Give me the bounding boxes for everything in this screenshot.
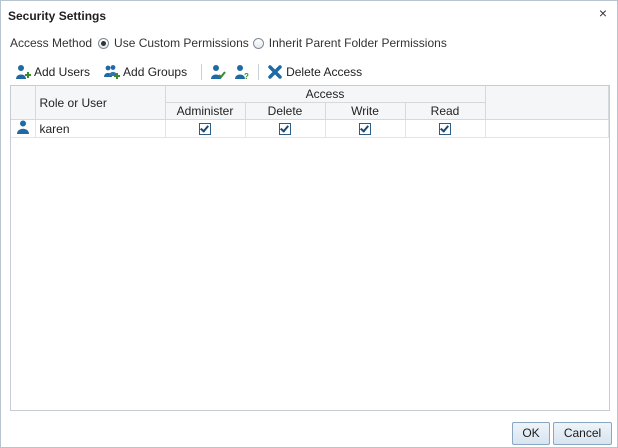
radio-inherit-parent-permissions[interactable]: Inherit Parent Folder Permissions bbox=[252, 36, 447, 50]
delete-cell bbox=[245, 119, 326, 138]
role-or-user-header[interactable]: Role or User bbox=[35, 86, 166, 120]
column-header-administer[interactable]: Administer bbox=[165, 102, 246, 120]
dialog-title: Security Settings bbox=[8, 9, 107, 23]
dialog-titlebar: Security Settings × bbox=[1, 1, 617, 31]
security-settings-dialog: Security Settings × Access Method Use Cu… bbox=[0, 0, 618, 448]
close-icon[interactable]: × bbox=[596, 6, 610, 20]
ok-button[interactable]: OK bbox=[512, 422, 550, 445]
toolbar: Add Users Add Groups ? Delete Access bbox=[15, 63, 376, 81]
add-user-icon bbox=[16, 65, 31, 79]
add-groups-label: Add Groups bbox=[123, 65, 188, 79]
write-checkbox[interactable] bbox=[359, 123, 371, 136]
row-icon-cell bbox=[11, 119, 36, 138]
table-row[interactable]: karen bbox=[11, 119, 609, 138]
radio-use-custom-permissions[interactable]: Use Custom Permissions bbox=[98, 36, 249, 50]
radio-button[interactable] bbox=[252, 37, 264, 49]
access-method-label: Access Method bbox=[10, 36, 93, 50]
radio-label: Use Custom Permissions bbox=[114, 36, 249, 50]
user-name-cell: karen bbox=[35, 119, 166, 138]
add-users-button[interactable]: Add Users bbox=[15, 64, 90, 80]
add-groups-button[interactable]: Add Groups bbox=[104, 64, 187, 80]
read-cell bbox=[405, 119, 486, 138]
user-question-icon[interactable]: ? bbox=[234, 64, 250, 80]
column-header-delete[interactable]: Delete bbox=[245, 102, 326, 120]
toolbar-separator bbox=[258, 64, 260, 80]
delete-access-label: Delete Access bbox=[286, 65, 363, 79]
icon-column-header bbox=[11, 86, 36, 120]
column-header-read[interactable]: Read bbox=[405, 102, 486, 120]
empty-column-header bbox=[485, 86, 609, 120]
empty-cell bbox=[485, 119, 609, 138]
svg-text:?: ? bbox=[244, 72, 249, 80]
permissions-table: Role or User Access Administer Delete Wr… bbox=[10, 85, 610, 411]
add-users-label: Add Users bbox=[34, 65, 91, 79]
user-check-icon[interactable] bbox=[210, 64, 226, 80]
header-row-1: Role or User Access bbox=[11, 86, 609, 120]
write-cell bbox=[325, 119, 406, 138]
delete-checkbox[interactable] bbox=[279, 123, 291, 136]
access-group-header: Access bbox=[165, 86, 486, 103]
add-group-icon bbox=[104, 65, 121, 79]
user-icon bbox=[16, 120, 29, 134]
radio-button[interactable] bbox=[98, 37, 110, 49]
cancel-button[interactable]: Cancel bbox=[553, 422, 612, 445]
toolbar-separator bbox=[201, 64, 203, 80]
administer-checkbox[interactable] bbox=[199, 123, 211, 136]
radio-label: Inherit Parent Folder Permissions bbox=[268, 36, 447, 50]
read-checkbox[interactable] bbox=[439, 123, 451, 136]
delete-x-icon bbox=[268, 65, 282, 79]
permissions-grid: Role or User Access Administer Delete Wr… bbox=[11, 86, 609, 138]
delete-access-button[interactable]: Delete Access bbox=[267, 64, 362, 80]
access-method-row: Access Method Use Custom Permissions Inh… bbox=[10, 35, 451, 51]
administer-cell bbox=[165, 119, 246, 138]
column-header-write[interactable]: Write bbox=[325, 102, 406, 120]
